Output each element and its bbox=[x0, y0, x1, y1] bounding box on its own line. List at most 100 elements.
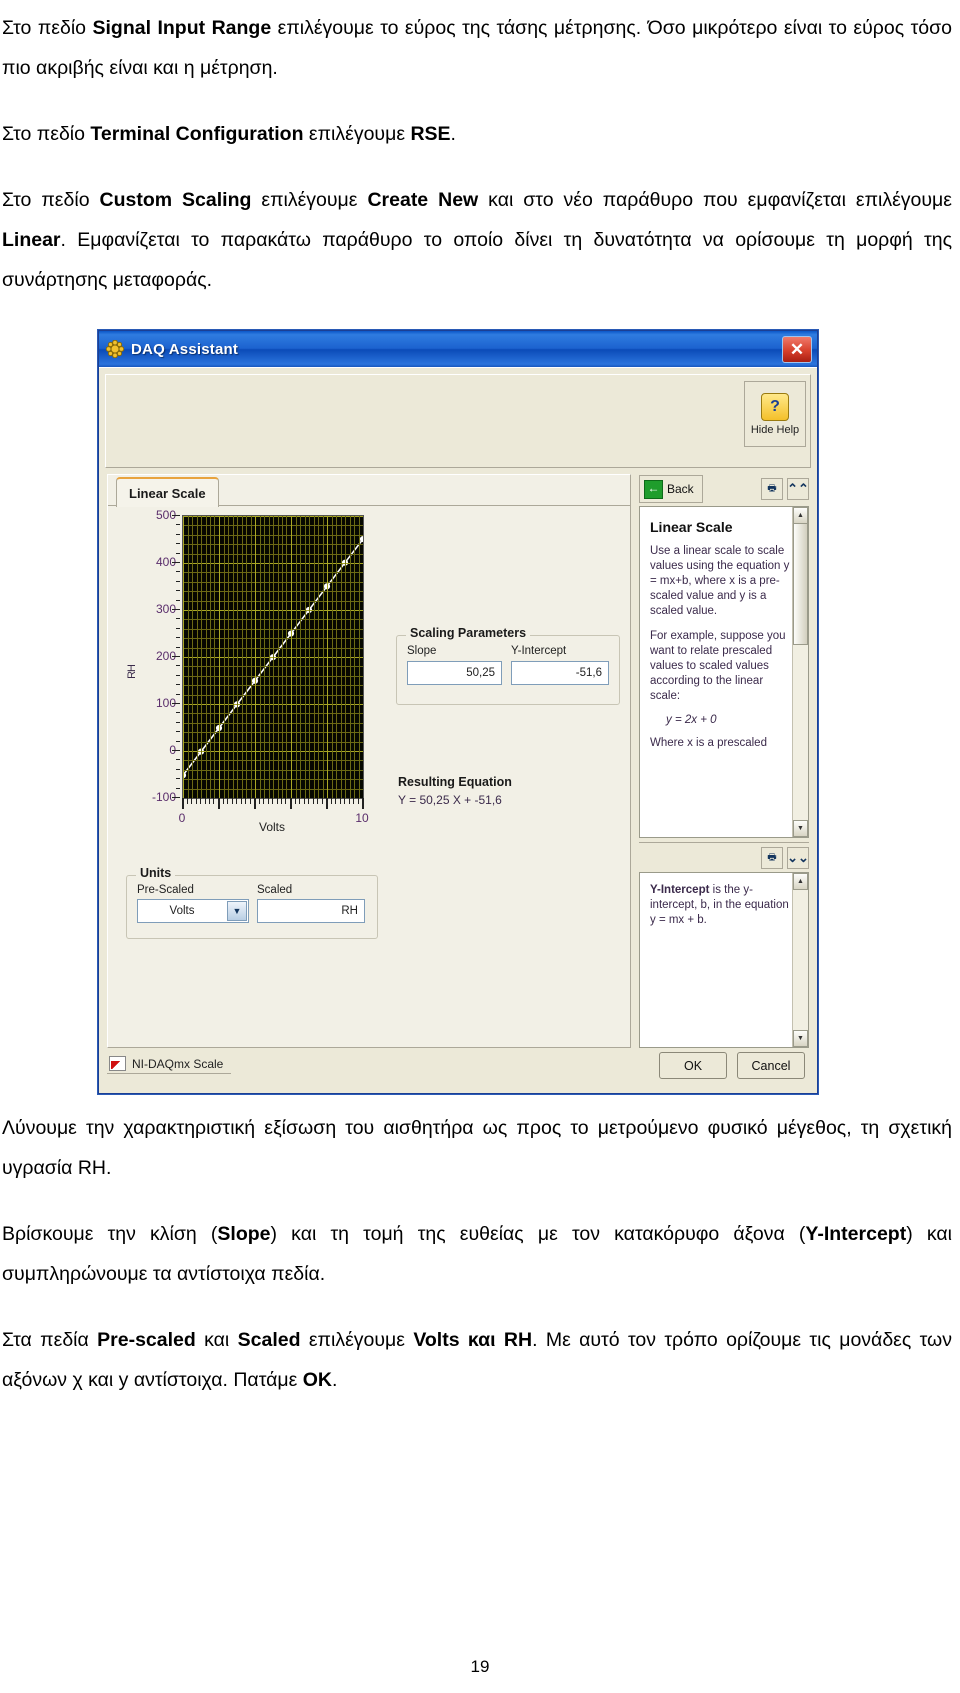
chart-gridline-vertical bbox=[305, 516, 306, 798]
chart-gridline-vertical bbox=[251, 516, 252, 798]
chart-x-ticks: 0 10 bbox=[179, 798, 369, 825]
chart-x-tick bbox=[331, 798, 332, 804]
chart-gridline-vertical bbox=[291, 516, 292, 798]
document-text-top: Στο πεδίο Signal Input Range επιλέγουμε … bbox=[0, 8, 960, 300]
paragraph-3: Στο πεδίο Custom Scaling επιλέγουμε Crea… bbox=[2, 189, 952, 291]
scaled-value-field[interactable]: RH bbox=[257, 899, 365, 923]
chart-x-tick bbox=[245, 798, 246, 804]
cancel-button[interactable]: Cancel bbox=[737, 1052, 805, 1079]
chart-gridline-vertical bbox=[192, 516, 193, 798]
chart-gridline-vertical bbox=[341, 516, 342, 798]
chart-gridline-vertical bbox=[309, 516, 310, 798]
chart-x-tick bbox=[182, 798, 184, 809]
chart-x-tick bbox=[259, 798, 260, 804]
chevron-down-icon[interactable]: ▼ bbox=[227, 901, 247, 921]
scroll-down-icon[interactable]: ▼ bbox=[793, 820, 808, 837]
dialog-title: DAQ Assistant bbox=[131, 340, 239, 358]
chart-y-tick bbox=[176, 571, 180, 572]
ni-daqmx-scale-item[interactable]: NI-DAQmx Scale bbox=[107, 1054, 232, 1074]
chart-x-tick bbox=[358, 798, 359, 804]
chart-y-tick bbox=[172, 703, 180, 704]
yintercept-input[interactable]: -51,6 bbox=[511, 661, 609, 685]
chart-x-tick bbox=[335, 798, 336, 804]
units-group: Units Pre-Scaled Volts ▼ Scaled RH bbox=[126, 866, 378, 939]
ni-scale-label: NI-DAQmx Scale bbox=[132, 1056, 224, 1071]
chart-y-tick bbox=[176, 712, 180, 713]
daq-assistant-icon bbox=[105, 339, 125, 359]
chart-gridline-vertical bbox=[314, 516, 315, 798]
chart-x-tick bbox=[196, 798, 197, 804]
hide-help-button[interactable]: ? Hide Help bbox=[744, 381, 806, 447]
help-panel: ← Back 🖶 ⌃⌃ Linear Scale Use a linear sc… bbox=[639, 474, 809, 1048]
chart-x-tick bbox=[205, 798, 206, 804]
chart-x-tick bbox=[295, 798, 296, 804]
chart-x-tick bbox=[209, 798, 210, 804]
slope-label: Slope bbox=[407, 645, 437, 657]
dialog-button-row: OK Cancel bbox=[659, 1052, 805, 1079]
chart-gridline-vertical bbox=[359, 516, 360, 798]
chart-gridline-vertical bbox=[260, 516, 261, 798]
dialog-titlebar[interactable]: DAQ Assistant ✕ bbox=[99, 331, 817, 367]
print-icon[interactable]: 🖶 bbox=[761, 478, 783, 500]
scrollbar-thumb[interactable] bbox=[793, 523, 808, 645]
chart-gridline-vertical bbox=[327, 516, 328, 798]
paragraph-4: Λύνουμε την χαρακτηριστική εξίσωση του α… bbox=[2, 1117, 952, 1179]
help-paragraph-2: For example, suppose you want to relate … bbox=[650, 630, 786, 702]
chart-gridline-vertical bbox=[201, 516, 202, 798]
chart-gridline-vertical bbox=[197, 516, 198, 798]
chart-x-tick bbox=[218, 798, 220, 809]
help-scrollbar-secondary[interactable]: ▲ ▼ bbox=[792, 873, 808, 1047]
ok-button[interactable]: OK bbox=[659, 1052, 727, 1079]
chart-x-tick bbox=[241, 798, 242, 804]
print-icon-secondary[interactable]: 🖶 bbox=[761, 847, 783, 869]
chart-gridline-vertical bbox=[237, 516, 238, 798]
chart-y-tick bbox=[176, 628, 180, 629]
chart-plot-area bbox=[182, 515, 364, 799]
chart-y-tick bbox=[172, 609, 180, 610]
chart-y-tick bbox=[176, 731, 180, 732]
chart-gridline-vertical bbox=[332, 516, 333, 798]
chart-gridline-vertical bbox=[282, 516, 283, 798]
help-heading: Linear Scale bbox=[650, 519, 733, 535]
chart-y-tick bbox=[176, 524, 180, 525]
scroll-down-icon-secondary[interactable]: ▼ bbox=[793, 1030, 808, 1047]
chart-y-tick bbox=[172, 656, 180, 657]
chart-y-tick bbox=[176, 722, 180, 723]
slope-input[interactable]: 50,25 bbox=[407, 661, 502, 685]
chart-x-tick bbox=[200, 798, 201, 804]
help-paragraph-1: Use a linear scale to scale values using… bbox=[650, 545, 790, 617]
back-button[interactable]: ← Back bbox=[639, 475, 703, 503]
help-document: Linear Scale Use a linear scale to scale… bbox=[639, 506, 809, 838]
chart-y-tick bbox=[176, 694, 180, 695]
chart-y-tick bbox=[176, 788, 180, 789]
chart-gridline-vertical bbox=[206, 516, 207, 798]
close-icon[interactable]: ✕ bbox=[782, 335, 812, 363]
scroll-up-icon[interactable]: ▲ bbox=[793, 507, 808, 524]
resulting-equation-title: Resulting Equation bbox=[398, 775, 512, 789]
help-toolbar: ← Back 🖶 ⌃⌃ bbox=[639, 474, 809, 504]
chart-x-tick bbox=[322, 798, 323, 804]
paragraph-2: Στο πεδίο Terminal Configuration επιλέγο… bbox=[2, 123, 456, 145]
chart-gridline-vertical bbox=[296, 516, 297, 798]
chart-gridline-vertical bbox=[183, 516, 184, 798]
chart-gridline-vertical bbox=[286, 516, 287, 798]
chart-gridline-vertical bbox=[233, 516, 234, 798]
chart-x-tick bbox=[308, 798, 309, 804]
chart-y-tick bbox=[176, 741, 180, 742]
scaling-parameters-group: Scaling Parameters Slope 50,25 Y-Interce… bbox=[396, 626, 620, 705]
prescaled-select[interactable]: Volts ▼ bbox=[137, 899, 249, 923]
chart-y-tick bbox=[172, 797, 180, 798]
collapse-chevrons-icon[interactable]: ⌃⌃ bbox=[787, 478, 809, 500]
help-document-secondary: Y-Intercept is the y-intercept, b, in th… bbox=[639, 872, 809, 1048]
tab-linear-scale[interactable]: Linear Scale bbox=[116, 477, 219, 507]
scroll-up-icon-secondary[interactable]: ▲ bbox=[793, 873, 808, 890]
chart-gridline-vertical bbox=[224, 516, 225, 798]
chart-y-tick bbox=[176, 581, 180, 582]
scaled-label: Scaled bbox=[257, 884, 293, 896]
chart-x-tick bbox=[353, 798, 354, 804]
document-page: Στο πεδίο Signal Input Range επιλέγουμε … bbox=[0, 0, 960, 1693]
chart-y-tick bbox=[172, 750, 180, 751]
help-scrollbar[interactable]: ▲ ▼ bbox=[792, 507, 808, 837]
chart-gridline-vertical bbox=[219, 516, 220, 798]
expand-chevrons-icon[interactable]: ⌄⌄ bbox=[787, 847, 809, 869]
